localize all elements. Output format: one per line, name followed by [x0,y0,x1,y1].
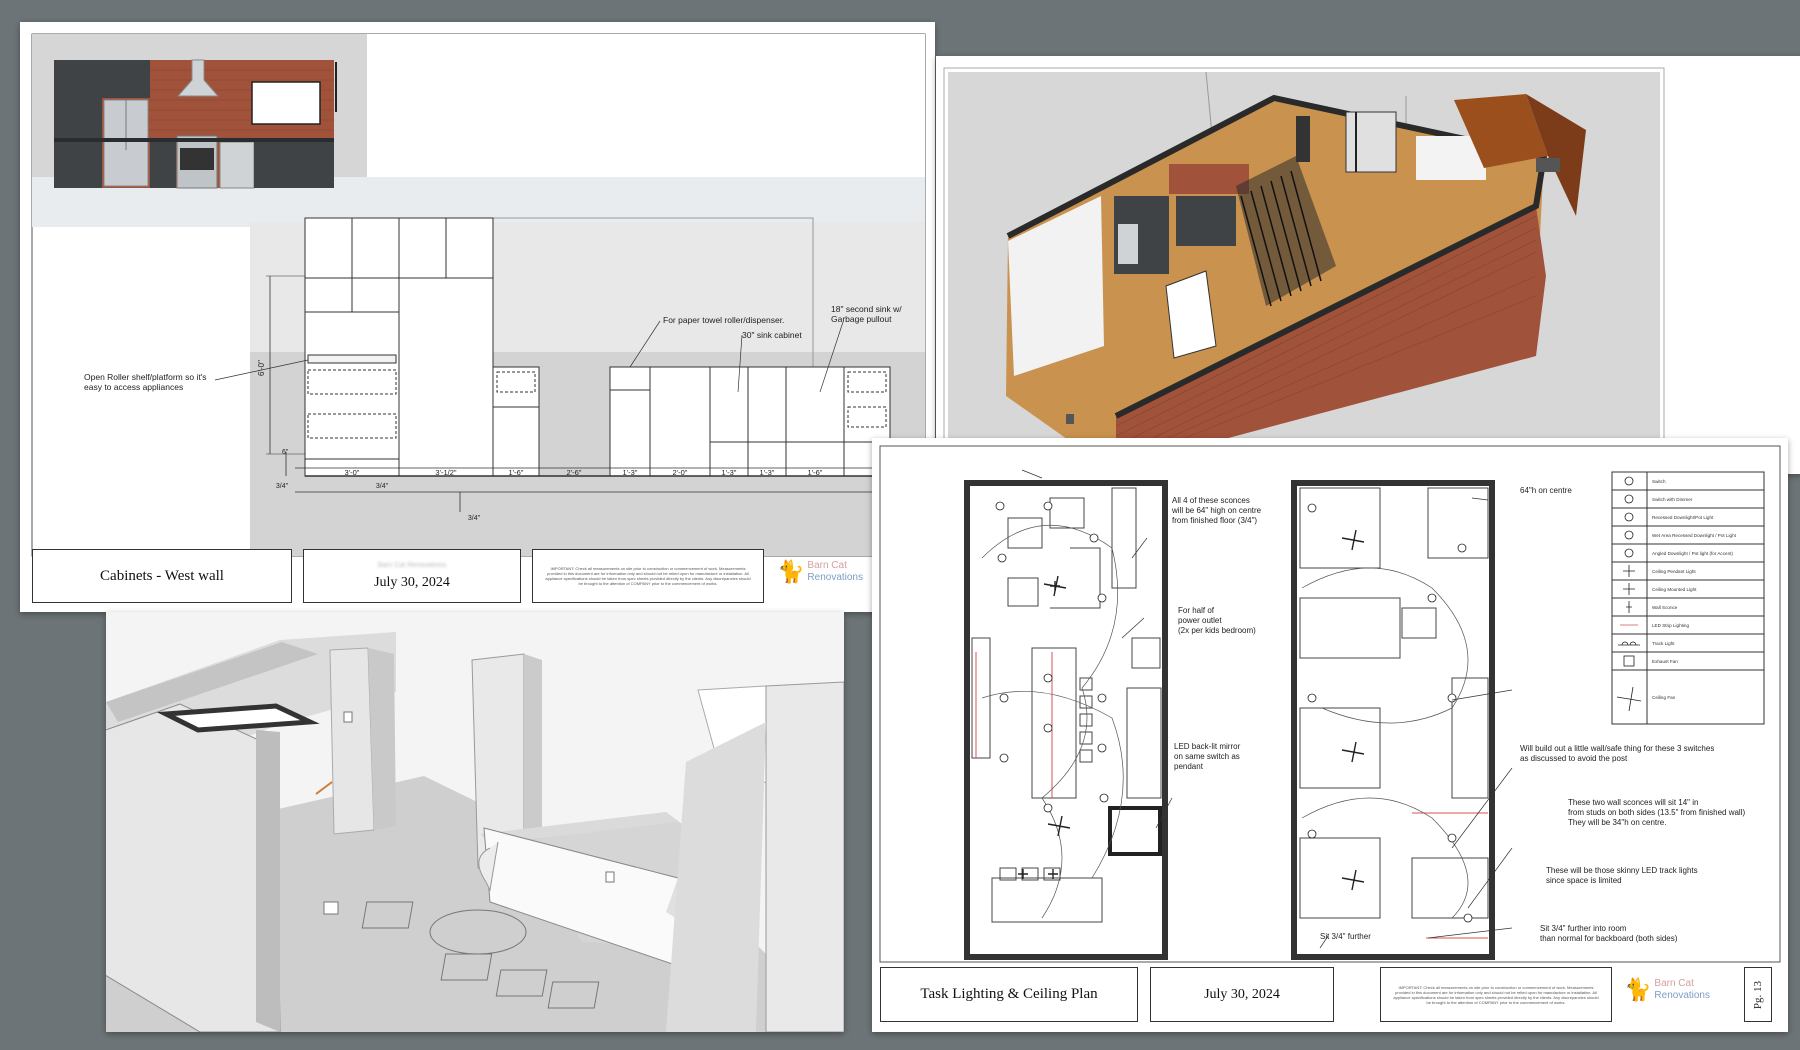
note-wall-sconces: These two wall sconces will sit 14" in f… [1568,798,1746,827]
isometric-render [943,67,1665,471]
cabinets-date: July 30, 2024 [374,574,450,590]
dim-run-7: 1'-3" [760,468,775,477]
legend-label-5: Ceiling Pendant Light [1652,569,1696,574]
floor-plan-right [1291,480,1495,960]
cabinets-date-box: Barn Cat Renovations July 30, 2024 [303,549,521,603]
legend-label-3: Wet Area Recessed Downlight / Pot Light [1652,533,1737,538]
lighting-date: July 30, 2024 [1204,986,1280,1002]
logo-line-1: Barn Cat [807,560,847,571]
lighting-logo: 🐈 Barn Cat Renovations [1624,978,1710,1002]
note-switches: Will build out a little wall/safe thing … [1520,744,1715,763]
page-number: Pg. 13 [1752,980,1764,1009]
note-track: These will be those skinny LED track lig… [1546,866,1698,885]
note-on-centre: 64"h on centre [1520,486,1572,495]
note-further: Sit 3/4" further [1320,932,1371,941]
legend-label-10: Exhaust Fan [1652,659,1678,664]
cabinets-title-box: Cabinets - West wall [32,549,292,603]
note-further-room: Sit 3/4" further into room than normal f… [1540,924,1678,943]
logo-line-1: Barn Cat [1654,978,1694,989]
note-outlet: For half of power outlet (2x per kids be… [1178,606,1256,635]
cabinets-blurred-line: Barn Cat Renovations [377,561,447,569]
legend-label-0: Switch [1652,479,1666,484]
legend-label-6: Ceiling Mounted Light [1652,587,1697,592]
legend-label-8: LED Strip Lighting [1652,623,1689,628]
cat-logo-icon: 🐈 [1624,977,1652,1002]
legend-label-4: Angled Downlight / Pot light (for Accent… [1652,551,1733,556]
legend-label-9: Track Light [1652,641,1675,646]
dim-gap-c: 3/4" [468,515,481,522]
legend-label-11: Ceiling Fan [1652,695,1676,700]
legend-label-7: Wall Sconce [1652,605,1678,610]
lighting-disclaimer-box: IMPORTANT: Check all measurements on sit… [1380,967,1612,1022]
kitchen-render [54,59,337,189]
shell-box [106,703,281,1032]
logo-line-2: Renovations [807,572,863,583]
note-paper-towel: For paper towel roller/dispenser. [663,315,785,325]
shell-model-sheet [106,612,844,1032]
dim-run-8: 1'-6" [808,468,823,477]
note-sink-cabinet: 30" sink cabinet [742,330,802,340]
logo-line-2: Renovations [1654,990,1710,1001]
note-roller-shelf: Open Roller shelf/platform so it's easy … [84,372,207,392]
note-second-sink: 18" second sink w/ Garbage pullout [831,304,902,324]
dim-run-5: 2'-0" [673,468,688,477]
lighting-plan-sheet: Switch Switch with Dimmer Recessed Downl… [872,438,1788,1032]
lighting-disclaimer: IMPORTANT: Check all measurements on sit… [1393,984,1599,1005]
note-mirror: LED back-lit mirror on same switch as pe… [1174,742,1241,771]
dim-run-2: 1'-6" [509,468,524,477]
dim-plinth-label: 6" [282,449,289,456]
dim-run-1: 3'-1/2" [435,468,457,477]
dim-gap-a: 3/4" [276,483,289,490]
legend-table: Switch Switch with Dimmer Recessed Downl… [1611,471,1765,725]
note-sconces: All 4 of these sconces will be 64" high … [1172,496,1262,525]
cabinets-sheet: 6'-0" 6" 3/4" 3/4" 3/4" 3'-0" 3'-1/2" 1'… [20,22,935,612]
lighting-title: Task Lighting & Ceiling Plan [920,986,1098,1002]
dim-run-0: 3'-0" [345,468,360,477]
isometric-render-sheet [936,56,1800,474]
page-number-box: Pg. 13 [1744,967,1772,1022]
legend-label-2: Recessed Downlight/Pot Light [1652,515,1714,520]
cabinets-logo: 🐈 Barn Cat Renovations [777,560,863,584]
cat-logo-icon: 🐈 [777,559,805,584]
cabinets-disclaimer-box: IMPORTANT: Check all measurements on sit… [532,549,764,603]
lighting-date-box: July 30, 2024 [1150,967,1334,1022]
legend-label-1: Switch with Dimmer [1652,497,1693,502]
cabinets-title: Cabinets - West wall [100,567,224,584]
cabinets-disclaimer: IMPORTANT: Check all measurements on sit… [545,566,751,586]
dim-run-4: 1'-3" [623,468,638,477]
dim-gap-b: 3/4" [376,483,389,490]
dim-run-3: 2'-6" [567,468,582,477]
shell-model-render [106,612,844,1032]
lighting-title-box: Task Lighting & Ceiling Plan [880,967,1138,1022]
dim-run-6: 1'-3" [722,468,737,477]
